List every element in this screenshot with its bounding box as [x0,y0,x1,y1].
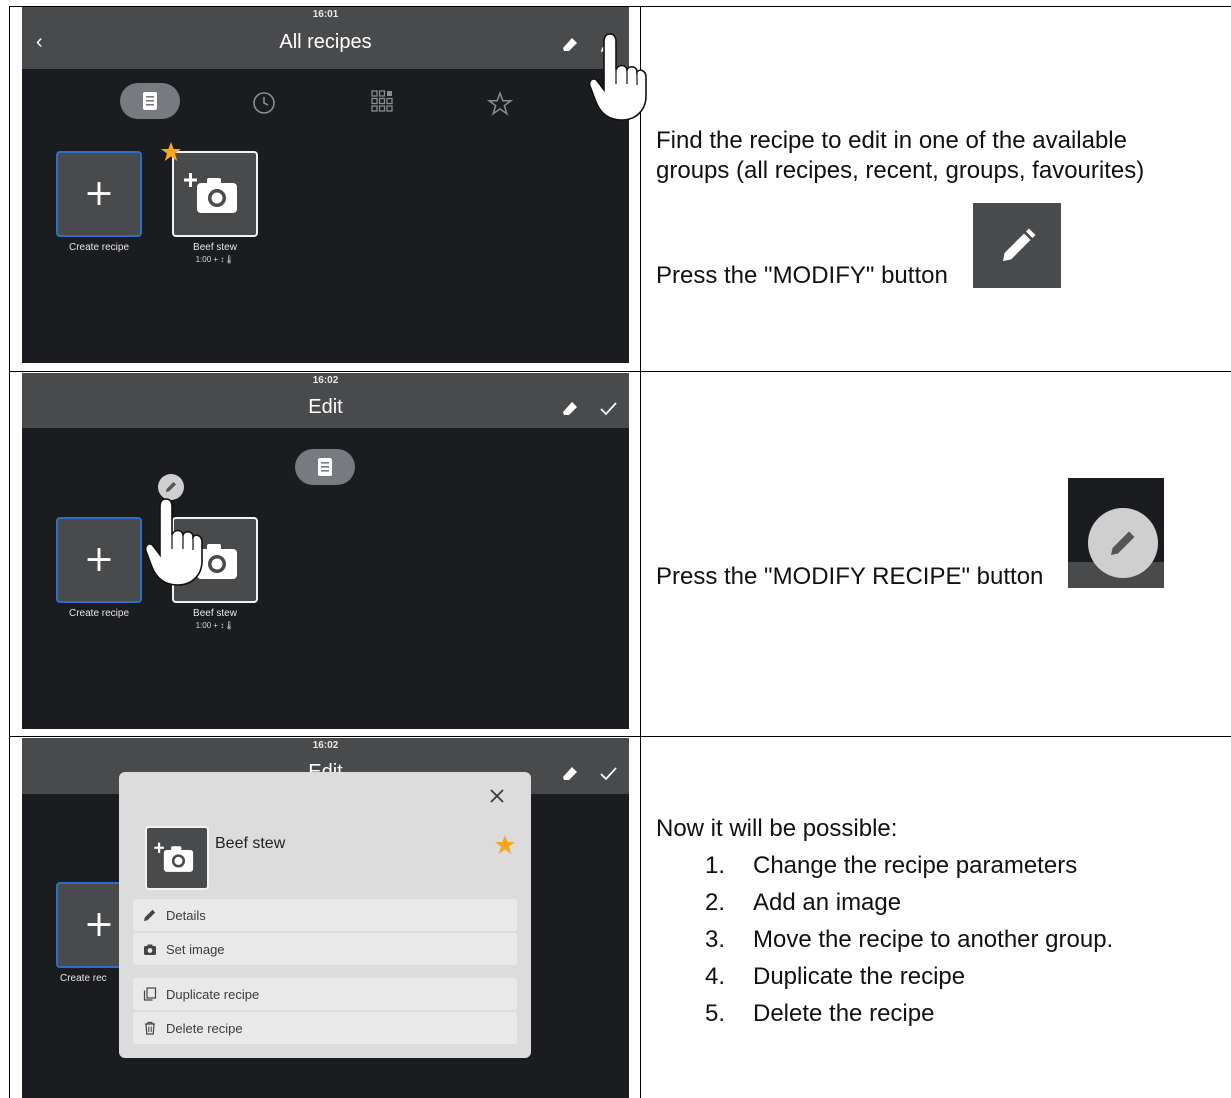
tab-all-recipes[interactable] [295,449,355,485]
page-title: All recipes [279,31,372,53]
row1-instruction-line1: Find the recipe to edit in one of the av… [656,127,1127,154]
eraser-icon[interactable] [560,399,580,419]
row1-screen: 16:01 ‹ All recipes Create recipe Beef s… [22,7,629,363]
recipe-name-label: Beef stew [193,242,237,253]
step-text: Add an image [753,889,902,916]
add-photo-icon [154,842,194,872]
menu-item-details[interactable]: Details [133,899,517,931]
step-text: Duplicate the recipe [753,963,966,990]
recipe-duration-label: 1:00 + ↕🌡 [195,621,235,630]
pencil-icon [1111,531,1135,555]
menu-item-set-image[interactable]: Set image [133,933,517,965]
status-clock: 16:01 [312,9,339,20]
plus-icon [87,182,111,205]
step-number: 5. [705,1000,726,1027]
header-bar: 16:02 Edit [22,373,629,428]
checkmark-icon[interactable] [598,764,618,784]
menu-item-label: Details [166,908,206,923]
eraser-icon[interactable] [560,764,580,784]
recipe-name-label: Beef stew [193,608,237,619]
recipe-book-icon [143,92,157,110]
table-column-divider [640,6,641,1098]
modify-recipe-circle [1088,508,1158,578]
step-number: 2. [705,889,726,916]
recipe-thumbnail [145,826,209,890]
step-number: 4. [705,963,726,990]
status-clock: 16:02 [312,740,339,751]
menu-item-delete[interactable]: Delete recipe [133,1012,517,1044]
menu-item-label: Delete recipe [166,1021,243,1036]
groups-grid-icon[interactable] [370,89,394,113]
modify-recipe-button-sample [1068,478,1164,588]
modify-button-sample [973,203,1061,288]
trash-icon [145,1021,155,1035]
create-recipe-tile[interactable] [56,517,142,603]
recipe-duration-label: 1:00 + ↕🌡 [195,255,235,264]
favourite-star-icon[interactable] [493,833,517,857]
row2-press-instruction: Press the "MODIFY RECIPE" button [656,563,1044,590]
status-clock: 16:02 [312,375,339,386]
camera-icon [144,944,156,955]
pointing-hand-icon [144,498,203,586]
table-border-left [9,6,10,1098]
step-number: 1. [705,852,726,879]
row2-screen: 16:02 Edit Create recipe Beef stew 1:00 … [22,373,629,729]
table-row-divider-2 [9,736,1231,737]
favourites-star-icon[interactable] [487,91,513,117]
row1-press-instruction: Press the "MODIFY" button [656,262,948,289]
pointing-hand-icon [588,33,647,121]
row1-instruction-line2: groups (all recipes, recent, groups, fav… [656,157,1145,184]
add-photo-icon [184,173,237,213]
recipe-book-icon [318,458,332,476]
pencil-icon [144,909,156,921]
close-icon[interactable] [489,788,505,804]
checkmark-icon[interactable] [598,399,618,419]
recipe-tile-beef-stew[interactable] [172,151,258,237]
header-bar: 16:01 ‹ All recipes [22,7,629,69]
create-recipe-label: Create recipe [68,608,130,619]
step-text: Move the recipe to another group. [753,926,1114,953]
row3-intro: Now it will be possible: [656,815,898,842]
recipe-name: Beef stew [215,835,286,852]
clock-icon[interactable] [252,91,276,115]
plus-icon [87,548,111,571]
page-title: Edit [308,396,343,418]
create-recipe-tile[interactable] [56,151,142,237]
pencil-icon [1003,228,1036,261]
eraser-icon[interactable] [560,35,580,55]
create-recipe-label: Create recipe [68,242,130,253]
step-number: 3. [705,926,726,953]
menu-item-duplicate[interactable]: Duplicate recipe [133,978,517,1010]
step-text: Delete the recipe [753,1000,935,1027]
recipe-options-dialog: Beef stew Details Set image Duplicate re… [119,772,531,1058]
menu-item-label: Set image [166,942,225,957]
step-text: Change the recipe parameters [753,852,1078,879]
copy-icon [143,987,157,1001]
table-row-divider-1 [9,371,1231,372]
tab-all-recipes[interactable] [120,83,180,119]
menu-item-label: Duplicate recipe [166,987,260,1002]
favourite-star-icon [161,142,181,161]
